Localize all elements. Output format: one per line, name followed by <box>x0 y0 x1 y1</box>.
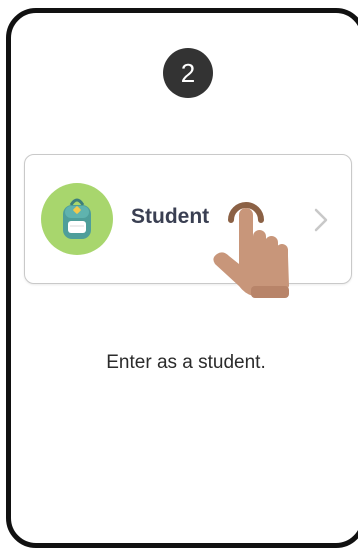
student-role-button[interactable]: Student <box>24 154 352 284</box>
student-role-label: Student <box>131 205 210 228</box>
chevron-right-icon <box>314 208 328 232</box>
backpack-icon <box>41 183 113 255</box>
step-number: 2 <box>180 58 196 88</box>
step-number-badge: 2 <box>163 48 213 98</box>
tap-hand-icon <box>213 202 289 298</box>
role-description: Enter as a student. <box>106 352 266 373</box>
